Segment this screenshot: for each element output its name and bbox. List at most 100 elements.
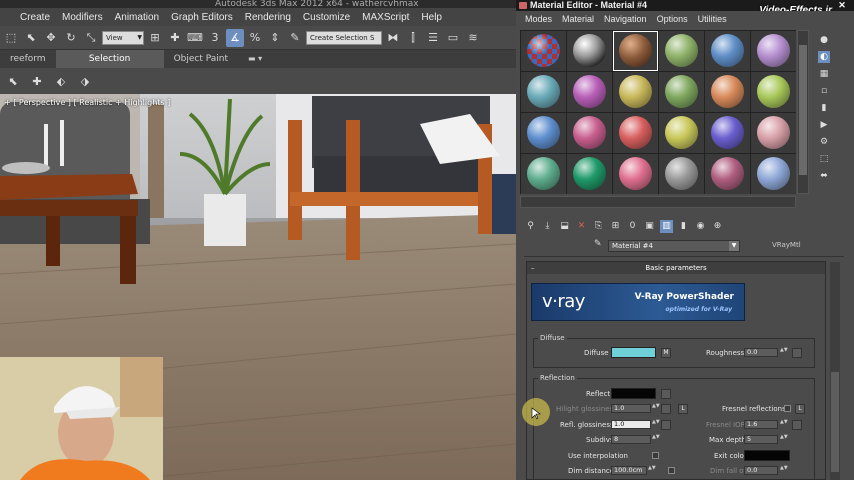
spinner-snap-icon[interactable]: ⇕ [266, 29, 284, 47]
material-sample-slot[interactable] [613, 113, 658, 153]
material-sample-slot[interactable] [521, 31, 566, 71]
pick-material-icon[interactable]: ⊕ [711, 220, 724, 233]
hilight-glossiness-spinner[interactable]: ▲▼ [652, 404, 660, 413]
hilight-glossiness-map-button[interactable] [661, 404, 671, 414]
material-sample-slot[interactable] [705, 154, 750, 194]
options-icon[interactable]: ⚙ [818, 136, 830, 148]
ribbon-toggle-icon[interactable]: ▬ ▾ [238, 50, 272, 68]
subdivs-field[interactable]: 8 [611, 435, 651, 444]
backlight-icon[interactable]: ◐ [818, 51, 830, 63]
fresnel-ior-map-button[interactable] [792, 420, 802, 430]
menu-modifiers[interactable]: Modifiers [56, 12, 109, 23]
material-sample-slot[interactable] [567, 72, 612, 112]
subdivs-spinner[interactable]: ▲▼ [652, 435, 660, 444]
layer-manager-icon[interactable]: ☰ [424, 29, 442, 47]
edit-named-selection-icon[interactable]: ✎ [286, 29, 304, 47]
go-to-parent-icon[interactable]: ▮ [677, 220, 690, 233]
mirror-icon[interactable]: ⧓ [384, 29, 402, 47]
select-scale-icon[interactable]: ⤡ [82, 29, 100, 47]
eyedropper-icon[interactable]: ✎ [594, 239, 602, 249]
select-by-material-icon[interactable]: ⬚ [818, 153, 830, 165]
put-to-library-icon[interactable]: ⊞ [609, 220, 622, 233]
menu-utilities[interactable]: Utilities [693, 14, 732, 24]
material-sample-slot[interactable] [567, 113, 612, 153]
tab-freeform[interactable]: reeform [0, 50, 56, 68]
material-sample-slot[interactable] [613, 72, 658, 112]
material-sample-slot[interactable] [613, 154, 658, 194]
material-sample-slot[interactable] [521, 113, 566, 153]
hilight-glossiness-field[interactable]: 1.0 [611, 404, 651, 413]
roughness-spinner[interactable]: ▲▼ [780, 348, 788, 357]
show-shaded-icon[interactable]: ▣ [643, 220, 656, 233]
make-preview-icon[interactable]: ▶ [818, 119, 830, 131]
use-interpolation-checkbox[interactable] [652, 452, 659, 459]
select-icon[interactable]: ⬉ [4, 72, 22, 90]
menu-graph-editors[interactable]: Graph Editors [165, 12, 239, 23]
grow-icon[interactable]: ⬖ [52, 72, 70, 90]
reset-map-icon[interactable]: ✕ [575, 220, 588, 233]
reference-coordinate-dropdown[interactable]: View ▼ [102, 30, 144, 45]
snaps-toggle-icon[interactable]: 3 [206, 29, 224, 47]
menu-rendering[interactable]: Rendering [239, 12, 297, 23]
chevron-down-icon[interactable]: ▼ [729, 241, 739, 251]
menu-create[interactable]: Create [14, 12, 56, 23]
material-id-icon[interactable]: 0 [626, 220, 639, 233]
shrink-icon[interactable]: ⬗ [76, 72, 94, 90]
material-sample-slot[interactable] [705, 72, 750, 112]
menu-maxscript[interactable]: MAXScript [356, 12, 415, 23]
graphite-toggle-icon[interactable]: ▭ [444, 29, 462, 47]
material-name-field[interactable]: Material #4 ▼ [608, 240, 740, 252]
scroll-thumb[interactable] [799, 45, 807, 175]
tab-object-paint[interactable]: Object Paint [164, 50, 238, 68]
material-sample-slot[interactable] [751, 113, 796, 153]
fresnel-reflections-checkbox[interactable] [784, 405, 791, 412]
fresnel-ior-spinner[interactable]: ▲▼ [780, 420, 788, 429]
material-sample-slot[interactable] [659, 154, 704, 194]
menu-help[interactable]: Help [415, 12, 448, 23]
dim-distance-checkbox[interactable] [668, 467, 675, 474]
material-sample-slot[interactable] [521, 72, 566, 112]
select-object-icon[interactable]: ⬉ [22, 29, 40, 47]
select-rotate-icon[interactable]: ↻ [62, 29, 80, 47]
keyboard-shortcut-icon[interactable]: ⌨ [186, 29, 204, 47]
material-sample-slot[interactable] [613, 31, 658, 71]
dim-falloff-spinner[interactable]: ▲▼ [780, 466, 788, 475]
close-icon[interactable]: ✕ [836, 0, 848, 11]
basic-parameters-rollout[interactable]: – Basic parameters [527, 262, 825, 274]
roughness-field[interactable]: 0.0 [744, 348, 778, 357]
dim-distance-field[interactable]: 100.0cm [611, 466, 647, 475]
menu-material[interactable]: Material [557, 14, 599, 24]
make-unique-icon[interactable]: ⎘ [592, 220, 605, 233]
parameters-scrollbar[interactable] [830, 262, 840, 480]
refl-glossiness-field[interactable]: 1.0 [611, 420, 651, 429]
hilight-lock-button[interactable]: L [678, 404, 688, 414]
sample-slots-hscroll[interactable] [520, 196, 796, 208]
sample-uv-tiling-icon[interactable]: ▫ [818, 85, 830, 97]
dim-falloff-field[interactable]: 0.0 [744, 466, 778, 475]
pivot-center-icon[interactable]: ⊞ [146, 29, 164, 47]
fresnel-lock-button[interactable]: L [795, 404, 805, 414]
percent-snap-icon[interactable]: % [246, 29, 264, 47]
material-sample-slot[interactable] [751, 72, 796, 112]
background-icon[interactable]: ▦ [818, 68, 830, 80]
sample-slots-vscroll[interactable] [797, 30, 809, 194]
material-sample-slot[interactable] [567, 154, 612, 194]
sample-type-icon[interactable]: ● [818, 34, 830, 46]
material-navigator-icon[interactable]: ⬌ [818, 170, 830, 182]
material-sample-slot[interactable] [659, 31, 704, 71]
menu-animation[interactable]: Animation [109, 12, 165, 23]
tab-selection[interactable]: Selection [55, 50, 164, 68]
angle-snap-icon[interactable]: ∡ [226, 28, 244, 47]
material-type-button[interactable]: VRayMtl [772, 241, 801, 249]
fresnel-ior-field[interactable]: 1.6 [744, 420, 778, 429]
material-sample-slot[interactable] [751, 31, 796, 71]
max-depth-spinner[interactable]: ▲▼ [780, 435, 788, 444]
menu-navigation[interactable]: Navigation [599, 14, 652, 24]
material-sample-slot[interactable] [521, 154, 566, 194]
material-sample-slot[interactable] [751, 154, 796, 194]
refl-glossiness-spinner[interactable]: ▲▼ [652, 420, 660, 429]
put-to-scene-icon[interactable]: ⤓ [541, 220, 554, 233]
select-region-icon[interactable]: ⬚ [2, 29, 20, 47]
roughness-map-button[interactable] [792, 348, 802, 358]
assign-to-selection-icon[interactable]: ⬓ [558, 220, 571, 233]
